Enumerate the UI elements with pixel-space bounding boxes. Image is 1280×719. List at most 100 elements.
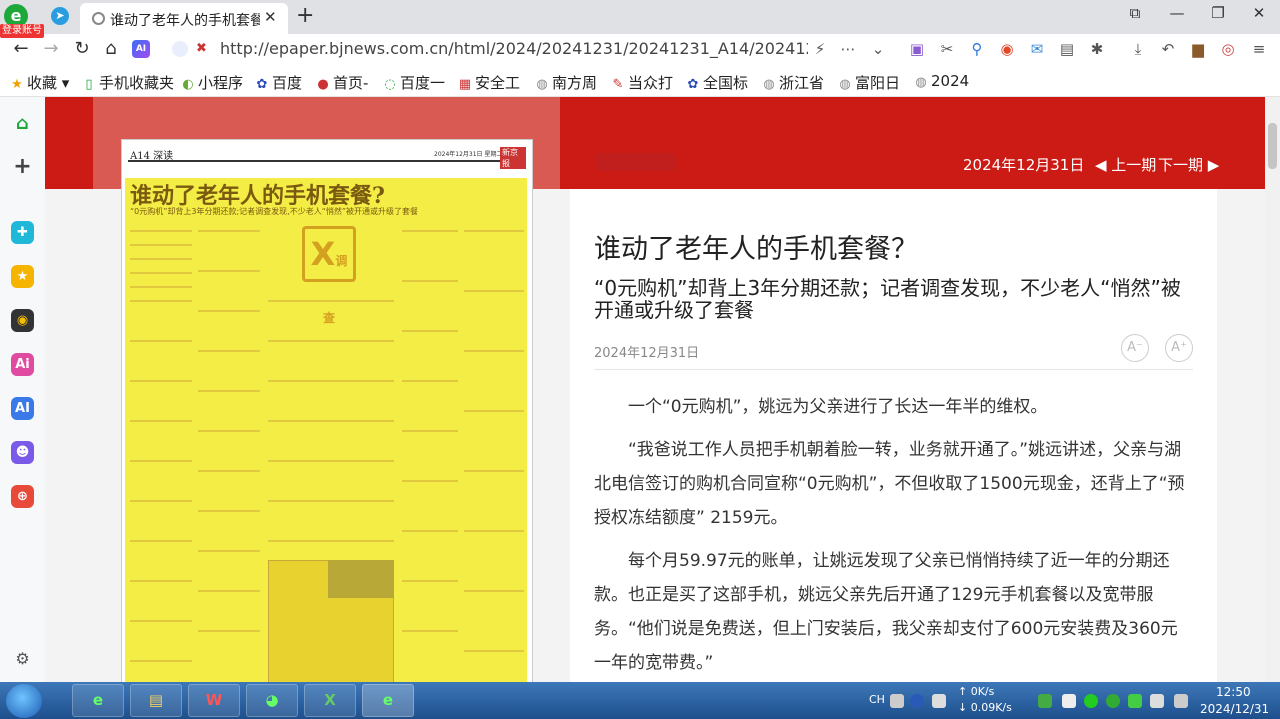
close-tab-icon[interactable]: ✕ (264, 8, 277, 26)
bookmark-item[interactable]: ◌ 百度一 (383, 72, 445, 93)
pin-icon[interactable]: ⧉ (1120, 4, 1150, 22)
sidebar-toggle-icon[interactable]: ▤ (1057, 40, 1077, 58)
ime-indicator[interactable]: CH (869, 693, 885, 706)
miniapp-icon: ◐ (182, 77, 194, 92)
epaper-page: 2024年12月31日 ◀ 上一期 下一期 ▶ A14 深读 2024年12月3… (45, 97, 1265, 682)
extensions-icon[interactable]: ✱ (1087, 40, 1107, 58)
restore-icon[interactable]: ❐ (1203, 4, 1233, 22)
home-icon[interactable]: ⌂ (100, 38, 122, 59)
bookmark-item[interactable]: ● 首页- (316, 72, 368, 93)
weibo-icon[interactable]: ◉ (997, 40, 1017, 58)
bookmark-item[interactable]: ◍ 南方周 (535, 72, 597, 93)
wechat-icon[interactable]: ◕ (246, 684, 298, 717)
keyboard-icon[interactable] (890, 694, 904, 708)
plugin-icon[interactable]: ✚ (11, 221, 34, 244)
scissors-icon[interactable]: ✂ (937, 40, 957, 58)
bookmark-item[interactable]: ◍ 浙江省 (762, 72, 824, 93)
text-line (130, 580, 192, 582)
ai-assistant-icon[interactable]: AI (132, 40, 150, 58)
clock-date[interactable]: 2024/12/31 (1200, 702, 1269, 716)
tab-title: 谁动了老年人的手机套餐 (110, 13, 260, 29)
text-line (198, 590, 260, 592)
chevron-down-icon[interactable]: ⌄ (868, 40, 888, 58)
undo-icon[interactable]: ↶ (1158, 40, 1178, 58)
browser-app-active-icon[interactable]: e (362, 684, 414, 717)
minimize-icon[interactable]: — (1162, 4, 1192, 22)
download-icon[interactable]: ⤓ (1128, 40, 1148, 58)
more-icon[interactable]: ⋯ (838, 40, 858, 58)
game-icon[interactable]: ◉ (11, 309, 34, 332)
bookmark-item[interactable]: ✿ 百度 (255, 72, 302, 93)
page-scrollbar[interactable] (1265, 97, 1280, 682)
bookmark-item[interactable]: ◍ 2024 (914, 72, 969, 90)
paper-subheadline: “0元购机”却背上3年分期还款;记者调查发现,不少老人“悄然”被开通或升级了套餐 (130, 207, 418, 216)
ai-chat-icon[interactable]: Ai (11, 353, 34, 376)
prev-issue-link[interactable]: ◀ 上一期 (1095, 154, 1156, 175)
profile-icon[interactable]: ◎ (1218, 40, 1238, 58)
insecure-warning-icon[interactable]: ✖ (196, 41, 207, 56)
text-line (130, 286, 192, 288)
settings-gear-icon[interactable]: ⚙ (11, 647, 34, 670)
bookmark-item[interactable]: ▦ 安全工 (458, 72, 520, 93)
browser-app-icon[interactable]: e (72, 684, 124, 717)
help-icon[interactable] (910, 694, 924, 708)
wechat-tray-icon[interactable] (1084, 694, 1098, 708)
reload-icon[interactable]: ↻ (71, 38, 93, 59)
new-tab-icon[interactable]: + (296, 3, 314, 28)
translate-icon[interactable]: ▣ (907, 40, 927, 58)
favorites-star-icon[interactable]: ★ (11, 265, 34, 288)
next-issue-link[interactable]: 下一期 ▶ (1158, 154, 1219, 175)
ai-assistant-icon[interactable]: AI (11, 397, 34, 420)
bookmark-item[interactable]: ✎ 当众打 (611, 72, 673, 93)
text-line (130, 340, 192, 342)
text-line (130, 272, 192, 274)
text-line (464, 410, 524, 412)
tray-settings-icon[interactable] (932, 694, 946, 708)
tab-active[interactable]: 谁动了老年人的手机套餐 ✕ (80, 3, 288, 34)
bot-icon[interactable]: ☻ (11, 441, 34, 464)
shield-icon[interactable] (1038, 694, 1052, 708)
telegram-icon[interactable]: ➤ (51, 7, 69, 25)
text-line (198, 310, 260, 312)
text-line (198, 270, 260, 272)
file-explorer-icon[interactable]: ▤ (130, 684, 182, 717)
clock-time[interactable]: 12:50 (1216, 685, 1251, 699)
newspaper-page-thumbnail[interactable]: A14 深读 2024年12月31日 星期二 新京报 谁动了老年人的手机套餐? … (121, 139, 533, 682)
address-bar[interactable]: http://epaper.bjnews.com.cn/html/2024/20… (220, 39, 808, 58)
bookmark-item[interactable]: ▯ 手机收藏夹 (82, 72, 174, 93)
toolbox-icon[interactable]: ▆ (1188, 40, 1208, 58)
search-icon[interactable]: ⚲ (967, 40, 987, 58)
font-larger-button[interactable]: A⁺ (1165, 334, 1193, 362)
text-line (198, 470, 260, 472)
lightning-icon[interactable]: ⚡ (810, 40, 830, 58)
site-info-icon[interactable] (172, 41, 188, 57)
mail-icon[interactable]: ✉ (1027, 40, 1047, 58)
volume-icon[interactable] (1062, 694, 1076, 708)
forward-icon[interactable]: → (40, 38, 62, 59)
close-window-icon[interactable]: ✕ (1244, 4, 1274, 22)
menu-icon[interactable]: ≡ (1249, 40, 1269, 58)
login-badge[interactable]: 登录账号 (0, 24, 44, 38)
add-icon[interactable]: + (11, 155, 34, 178)
bookmark-favorites[interactable]: ★ 收藏 ▾ (10, 72, 69, 93)
bookmark-item[interactable]: ✿ 全国标 (686, 72, 748, 93)
tray-app-icon[interactable] (1128, 694, 1142, 708)
text-line (130, 540, 192, 542)
bookmark-item[interactable]: ◐ 小程序 (181, 72, 243, 93)
tray-app-icon[interactable] (1106, 694, 1120, 708)
tray-app-icon[interactable] (1150, 694, 1164, 708)
wps-icon[interactable]: W (188, 684, 240, 717)
back-icon[interactable]: ← (10, 38, 32, 59)
browser-toolbar: ← → ↻ ⌂ AI ✖ http://epaper.bjnews.com.cn… (0, 34, 1280, 66)
gamepad-icon[interactable]: ⊕ (11, 485, 34, 508)
excel-icon[interactable]: X (304, 684, 356, 717)
home-icon[interactable]: ⌂ (11, 112, 34, 135)
bookmark-item[interactable]: ◍ 富阳日 (838, 72, 900, 93)
start-button[interactable] (6, 684, 42, 718)
text-line (198, 510, 260, 512)
font-smaller-button[interactable]: A⁻ (1121, 334, 1149, 362)
text-line (464, 470, 524, 472)
scroll-thumb[interactable] (1268, 123, 1277, 169)
text-line (402, 480, 458, 482)
network-icon[interactable] (1174, 694, 1188, 708)
